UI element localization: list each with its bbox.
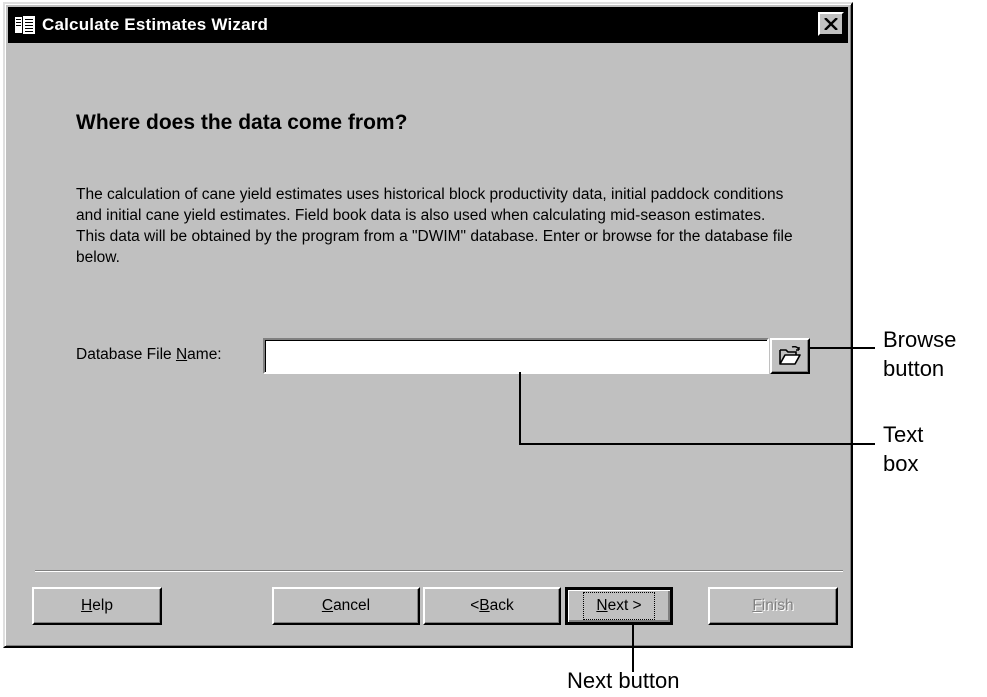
browse-callout-line: [808, 347, 875, 349]
help-button[interactable]: Help: [32, 587, 162, 625]
next-callout-label: Next button: [567, 668, 680, 693]
next-callout-line: [632, 625, 634, 672]
database-file-label: Database File Name:: [76, 346, 222, 363]
wizard-window: Calculate Estimates Wizard Where does th…: [3, 2, 853, 648]
cancel-button[interactable]: Cancel: [272, 587, 420, 625]
back-button[interactable]: < Back: [423, 587, 561, 625]
button-separator: [35, 570, 843, 572]
description-text: The calculation of cane yield estimates …: [76, 186, 793, 266]
textbox-callout-vline: [519, 372, 521, 445]
close-icon: [824, 18, 838, 30]
open-folder-icon: [779, 346, 801, 365]
page-heading: Where does the data come from?: [76, 111, 408, 134]
browse-callout-label: Browse button: [883, 327, 957, 381]
window-title: Calculate Estimates Wizard: [42, 15, 269, 34]
textbox-callout-hline: [519, 443, 875, 445]
textbox-callout-label: Text box: [883, 422, 924, 476]
title-bar[interactable]: Calculate Estimates Wizard: [8, 7, 848, 43]
next-button[interactable]: Next >: [565, 587, 673, 625]
database-file-input[interactable]: [263, 338, 769, 374]
finish-button[interactable]: Finish: [708, 587, 838, 625]
app-icon: [14, 14, 36, 36]
close-button[interactable]: [818, 12, 844, 36]
browse-button[interactable]: [770, 338, 810, 374]
